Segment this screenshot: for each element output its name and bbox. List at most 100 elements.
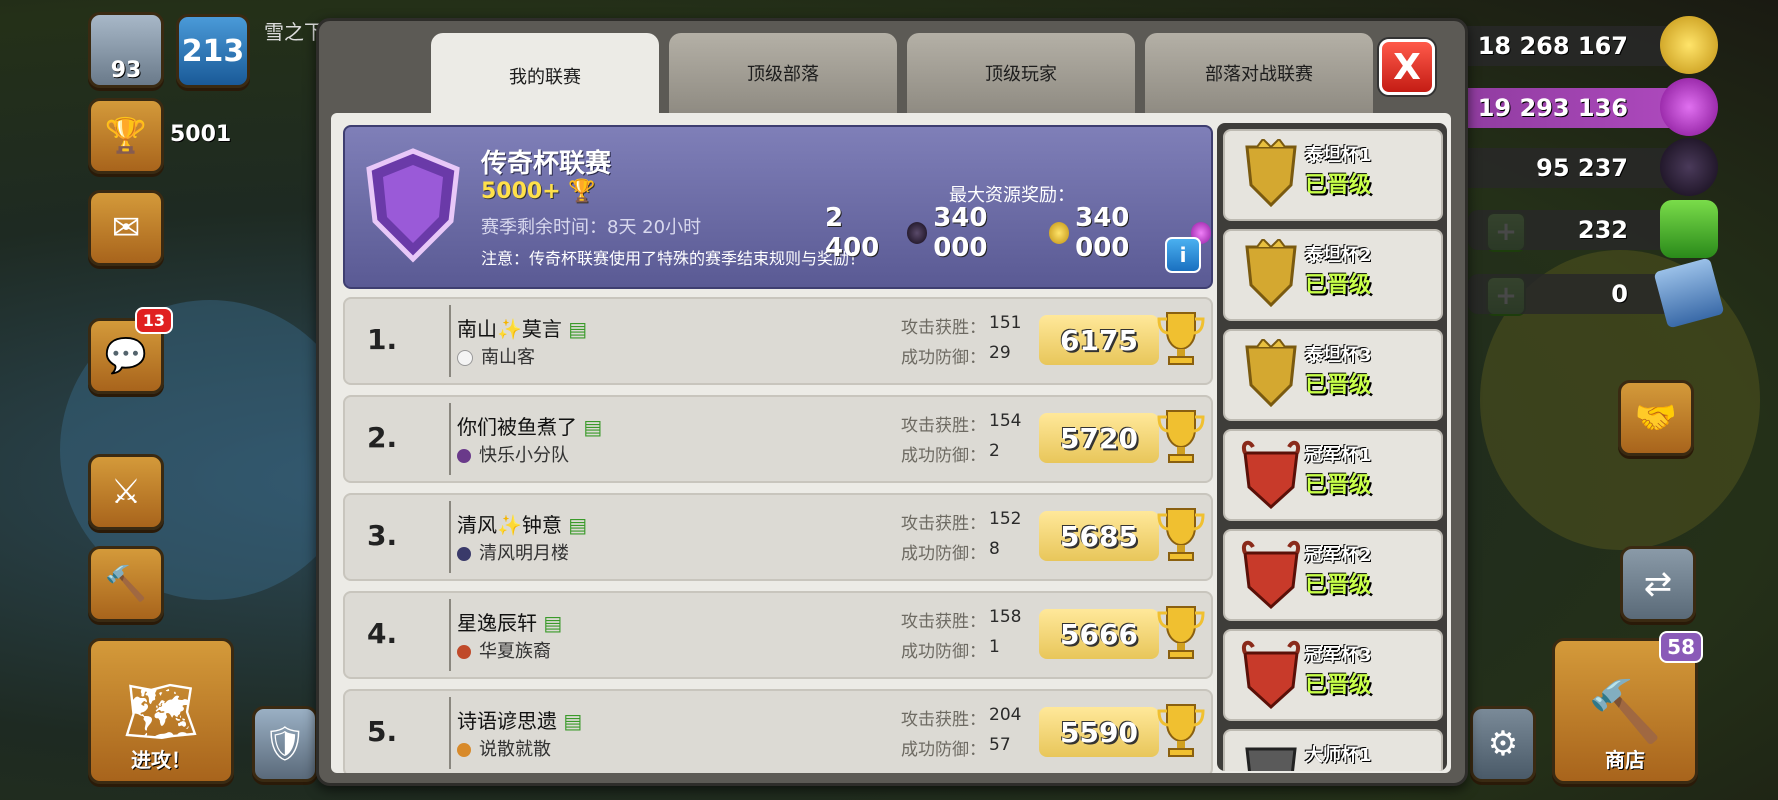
defense-wins-label: 成功防御：: [901, 446, 986, 466]
player-name-text: 星逸辰轩: [457, 611, 537, 635]
league-tier-item[interactable]: 冠军杯2 已晋级: [1223, 529, 1443, 621]
tab-top-players[interactable]: 顶级玩家: [907, 33, 1135, 113]
league-tier-name: 冠军杯2: [1305, 545, 1372, 566]
attack-wins: 154: [989, 411, 1022, 431]
clan-name-text: 华夏族裔: [479, 641, 551, 662]
league-note: 注意：传奇杯联赛使用了特殊的赛季结束规则与奖励！: [481, 249, 866, 268]
battle-button[interactable]: ⚔: [88, 454, 164, 530]
master-league-icon: [1245, 747, 1297, 771]
ranking-row[interactable]: 2. 你们被鱼煮了 ▤ 快乐小分队 攻击获胜： 154 成功防御： 2 5720: [343, 395, 1213, 483]
xp-level: 213: [181, 33, 245, 69]
league-header: 传奇杯联赛 5000+ 🏆 赛季剩余时间：8天 20小时 注意：传奇杯联赛使用了…: [343, 125, 1213, 289]
trophy-icon: [1157, 704, 1205, 757]
rank-number: 2.: [367, 421, 398, 454]
league-tier-item[interactable]: 冠军杯1 已晋级: [1223, 429, 1443, 521]
chat-log-icon: ▤: [583, 415, 603, 439]
league-tier-status: 已晋级: [1305, 373, 1372, 398]
dark-elixir-value: 95 237: [1536, 154, 1628, 182]
swords-icon: ⚔: [110, 472, 142, 512]
player-name-text: 南山✨莫言: [457, 317, 562, 341]
league-tier-status: 已晋级: [1305, 273, 1372, 298]
league-tier-item[interactable]: 大师杯1: [1223, 729, 1443, 771]
swap-icon: ⇄: [1643, 564, 1673, 604]
attack-button[interactable]: 🗺 进攻！: [88, 638, 234, 784]
player-name: 星逸辰轩 ▤: [457, 607, 562, 636]
clan-name: 清风明月楼: [457, 539, 569, 565]
handshake-icon: 🤝: [1634, 398, 1678, 438]
league-tier-name: 泰坦杯2: [1305, 245, 1372, 266]
league-tier-item[interactable]: 泰坦杯2 已晋级: [1223, 229, 1443, 321]
trophy-icon: [1157, 312, 1205, 365]
ranking-row[interactable]: 1. 南山✨莫言 ▤ 南山客 攻击获胜： 151 成功防御： 29 6175: [343, 297, 1213, 385]
league-tier-item[interactable]: 泰坦杯1 已晋级: [1223, 129, 1443, 221]
info-button[interactable]: i: [1165, 237, 1201, 273]
reward-gold: 340 000: [933, 203, 988, 263]
trophy-icon: 🏆: [568, 179, 596, 204]
defense-wins-label: 成功防御：: [901, 740, 986, 760]
tab-clan-war-league[interactable]: 部落对战联赛: [1145, 33, 1373, 113]
clan-name-text: 南山客: [481, 347, 535, 368]
divider: [449, 599, 451, 671]
attack-label: 进攻！: [131, 748, 191, 772]
league-tier-status: 已晋级: [1305, 173, 1372, 198]
xp-level-badge[interactable]: 213: [176, 14, 250, 88]
league-tier-name: 大师杯1: [1305, 745, 1372, 766]
close-button[interactable]: X: [1379, 39, 1435, 95]
titan-league-icon: [1245, 139, 1297, 208]
season-remaining: 赛季剩余时间：8天 20小时: [481, 217, 702, 238]
trophy-icon: [1157, 410, 1205, 463]
league-tier-list[interactable]: 泰坦杯1 已晋级 泰坦杯2 已晋级 泰坦杯3 已晋级 冠军杯1 已晋级 冠军杯2: [1217, 123, 1447, 771]
chat-button[interactable]: 💬 13: [88, 307, 173, 394]
swap-button[interactable]: ⇄: [1620, 546, 1696, 622]
trophy-icon: [1157, 508, 1205, 561]
league-tier-status: 已晋级: [1305, 673, 1372, 698]
modal-content: 传奇杯联赛 5000+ 🏆 赛季剩余时间：8天 20小时 注意：传奇杯联赛使用了…: [331, 113, 1451, 773]
trophy-score: 5720: [1039, 413, 1159, 463]
defense-wins: 1: [989, 637, 1000, 657]
chat-log-icon: ▤: [568, 317, 588, 341]
ranking-row[interactable]: 5. 诗语谚思遗 ▤ 说散就散 攻击获胜： 204 成功防御： 57 5590: [343, 689, 1213, 773]
attack-wins: 152: [989, 509, 1022, 529]
trophy-score: 6175: [1039, 315, 1159, 365]
attack-wins-label: 攻击获胜：: [901, 514, 986, 534]
league-modal: 我的联赛 顶级部落 顶级玩家 部落对战联赛 X 传奇杯联赛 5000+ 🏆 赛季…: [316, 18, 1468, 786]
ranking-row[interactable]: 3. 清风✨钟意 ▤ 清风明月楼 攻击获胜： 152 成功防御： 8 5685: [343, 493, 1213, 581]
player-name-text: 你们被鱼煮了: [457, 415, 577, 439]
shield-icon: 🛡: [263, 724, 307, 764]
settings-button[interactable]: ⚙: [1470, 706, 1536, 782]
clan-badge-icon: [457, 350, 473, 366]
defense-wins: 29: [989, 343, 1011, 363]
league-trophies: 5000+: [481, 179, 561, 204]
rank-number: 3.: [367, 519, 398, 552]
shop-button[interactable]: 🔨 58 商店: [1552, 631, 1703, 784]
league-tier-item[interactable]: 泰坦杯3 已晋级: [1223, 329, 1443, 421]
elixir-icon: [1660, 78, 1718, 136]
trophy-button[interactable]: 🏆: [88, 98, 164, 174]
league-tier-item[interactable]: 冠军杯3 已晋级: [1223, 629, 1443, 721]
clan-badge-icon: [457, 743, 471, 757]
clan-name-text: 清风明月楼: [479, 543, 569, 564]
friend-button[interactable]: 🤝: [1618, 380, 1694, 456]
league-tier-name: 冠军杯3: [1305, 645, 1372, 666]
attack-wins: 151: [989, 313, 1022, 333]
titan-league-icon: [1245, 239, 1297, 308]
tab-top-clans[interactable]: 顶级部落: [669, 33, 897, 113]
shield-button[interactable]: 🛡: [252, 706, 318, 782]
attack-wins-label: 攻击获胜：: [901, 612, 986, 632]
tab-my-league[interactable]: 我的联赛: [431, 33, 659, 119]
gold-icon: [1660, 16, 1718, 74]
clan-name: 华夏族裔: [457, 637, 551, 663]
shop-icon: 🔨: [1587, 676, 1663, 747]
clan-name: 快乐小分队: [457, 441, 569, 467]
divider: [449, 403, 451, 475]
league-shield-icon[interactable]: 93: [88, 12, 164, 88]
elixir-value: 19 293 136: [1477, 94, 1628, 122]
attack-wins-label: 攻击获胜：: [901, 318, 986, 338]
ranking-row[interactable]: 4. 星逸辰轩 ▤ 华夏族裔 攻击获胜： 158 成功防御： 1 5666: [343, 591, 1213, 679]
trophy-icon: 🏆: [104, 116, 148, 156]
clan-badge-icon: [457, 547, 471, 561]
mail-button[interactable]: ✉: [88, 190, 164, 266]
league-tier-name: 冠军杯1: [1305, 445, 1372, 466]
gold-value: 18 268 167: [1477, 32, 1628, 60]
builder-button[interactable]: 🔨: [88, 546, 164, 622]
